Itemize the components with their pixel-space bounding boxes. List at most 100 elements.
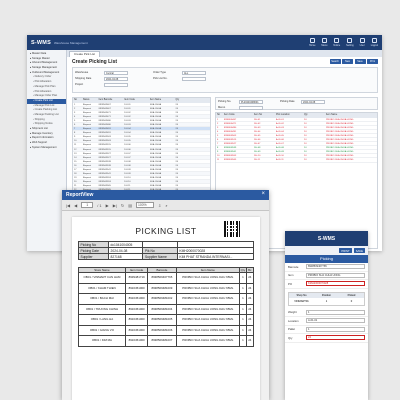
report-window: ReportView × |◀ ◀ 1 / 1 ▶ ▶| ↻ ▤ 100% ⇩ … bbox=[62, 190, 269, 400]
print-button[interactable]: PRINT bbox=[339, 247, 352, 254]
top-icon-notice[interactable]: Notice bbox=[333, 38, 340, 47]
table-cell: A-01-05 bbox=[276, 134, 284, 137]
app-logo: S-WMS bbox=[31, 39, 51, 46]
table-cell: OB01 / TRUONG CHINH bbox=[78, 303, 126, 315]
table-cell: SUA CHUA bbox=[149, 119, 162, 122]
table-cell: 2 bbox=[74, 107, 76, 110]
prev-page-icon[interactable]: ◀ bbox=[74, 203, 77, 208]
menu-icon bbox=[321, 38, 327, 44]
top-icon-home[interactable]: Home bbox=[309, 38, 315, 47]
search-icon[interactable]: ⌕ bbox=[165, 203, 167, 208]
table-cell: 12 bbox=[74, 148, 77, 151]
table-cell: 24 bbox=[304, 147, 307, 150]
table-cell: SUA CHUA bbox=[149, 169, 162, 171]
export-icon[interactable]: ⇩ bbox=[158, 203, 161, 208]
top-icon-user[interactable]: User bbox=[360, 38, 365, 47]
pick-info-label: Memo bbox=[218, 106, 226, 109]
print-button[interactable]: Print bbox=[367, 59, 378, 64]
mobile-field-input[interactable]: A-01-01 bbox=[306, 318, 365, 324]
top-icon-label: Home bbox=[309, 43, 316, 47]
next-page-icon[interactable]: ▶ bbox=[106, 203, 109, 208]
table-cell: 8938509467 bbox=[224, 118, 237, 121]
table-cell: A-01-03 bbox=[276, 126, 284, 129]
pick-info-input[interactable]: PL20240408001 bbox=[239, 99, 263, 104]
pick-info-label: Picking No. bbox=[218, 100, 232, 103]
table-cell: 24 bbox=[175, 164, 178, 167]
table-cell: Request bbox=[82, 160, 92, 163]
zoom-select[interactable]: 100% bbox=[136, 202, 154, 208]
save-button[interactable]: SAVE bbox=[353, 247, 365, 254]
table-cell: Request bbox=[82, 169, 92, 171]
table-cell: 8938509481009 bbox=[147, 282, 177, 294]
table-cell: PROBIO SUA CHUA UONG DAU 65ML bbox=[175, 303, 241, 315]
page-number-input[interactable]: 1 bbox=[81, 202, 94, 208]
qr-code bbox=[224, 221, 240, 237]
table-cell: 24 bbox=[304, 126, 307, 129]
table-cell: SUA CHUA bbox=[149, 148, 162, 151]
app-subtitle: Warehouse Management bbox=[53, 40, 88, 45]
table-cell: OB01 / VINMART CAN HAM bbox=[78, 272, 126, 284]
table-cell: 8938509527 bbox=[98, 156, 111, 159]
top-icon-menu[interactable]: Menu bbox=[321, 38, 327, 47]
table-row: OB01 / TRUONG CHINH 8916451000 89385094810… bbox=[78, 303, 255, 315]
save-button[interactable]: Save bbox=[354, 59, 366, 64]
table-row[interactable]: 11 8938509565 DU-11 A-01-11 24 PROBIO SUA CHU… bbox=[216, 158, 377, 163]
pick-info-input[interactable]: 2024-04-08 bbox=[301, 99, 325, 104]
mobile-field-row: Barcode 8938509467765 bbox=[285, 263, 368, 272]
table-cell: 8916451000 bbox=[124, 314, 149, 326]
table-cell: 8938509480 bbox=[98, 123, 111, 126]
last-page-icon[interactable]: ▶| bbox=[113, 203, 117, 208]
table-cell: 3 bbox=[217, 126, 219, 129]
filter-input[interactable]: ALL bbox=[182, 70, 206, 75]
mobile-field-input[interactable]: KMH2000070028 bbox=[306, 281, 365, 287]
table-cell: DU-06 bbox=[254, 138, 261, 141]
table-cell: 8938509491 bbox=[98, 132, 111, 135]
close-icon[interactable]: × bbox=[261, 191, 265, 197]
table-cell: 14 bbox=[74, 156, 77, 159]
first-page-icon[interactable]: |◀ bbox=[66, 203, 70, 208]
table-cell: 8938509491 bbox=[98, 128, 111, 131]
sidebar-item[interactable]: ▸ System Management bbox=[27, 146, 66, 151]
mobile-field-row: Qty 24 bbox=[285, 334, 368, 343]
mobile-field-input[interactable]: 1 bbox=[306, 326, 365, 332]
table-cell: DU-01 bbox=[254, 118, 261, 121]
top-icon-setting[interactable]: Setting bbox=[346, 38, 354, 47]
new-button[interactable]: New bbox=[342, 59, 353, 64]
table-cell: SUA CHUA bbox=[149, 160, 162, 163]
mobile-field-input[interactable]: 1 bbox=[306, 309, 365, 315]
table-cell: 24 bbox=[175, 128, 178, 131]
table-cell: 8 bbox=[217, 147, 219, 150]
filter-input[interactable] bbox=[104, 82, 128, 87]
table-cell: 8916451000 bbox=[124, 335, 149, 347]
filter-input[interactable]: 2024-04-08 bbox=[104, 76, 128, 81]
table-cell: 24 bbox=[304, 159, 307, 162]
table-cell: PROBIO SUA CHUA UONG bbox=[326, 130, 354, 133]
filter-label: Warehouse bbox=[75, 71, 89, 74]
mobile-grid-row[interactable]: VINMART01 1 0 bbox=[289, 298, 364, 305]
table-cell: SUA CHUA bbox=[149, 136, 162, 139]
table-cell: DU-04 bbox=[124, 132, 131, 135]
mobile-field-input[interactable]: PROBIO SUA CHUA UONG bbox=[306, 272, 365, 278]
filter-input[interactable]: Central bbox=[104, 70, 128, 75]
search-button[interactable]: Search bbox=[329, 59, 341, 64]
table-cell: 6 bbox=[217, 138, 219, 141]
print-icon[interactable]: ▤ bbox=[128, 203, 132, 208]
table-cell: 24 bbox=[245, 282, 255, 294]
table-cell: 15 bbox=[74, 160, 77, 163]
table-cell: 24 bbox=[304, 155, 307, 158]
table-cell: 8938509503 bbox=[224, 134, 237, 137]
top-icon-logout[interactable]: Logout bbox=[371, 38, 378, 47]
mobile-field-input[interactable]: 8938509467765 bbox=[306, 264, 365, 270]
table-cell: DU-03 bbox=[124, 123, 131, 126]
table-cell: PROBIO SUA CHUA UONG bbox=[326, 147, 354, 150]
info-row: Supplier 827168 Supplier Name KIM PHAT STRA… bbox=[77, 253, 255, 260]
table-cell: 10 bbox=[217, 155, 220, 158]
refresh-icon[interactable]: ↻ bbox=[121, 203, 124, 208]
page-total: / 1 bbox=[97, 202, 102, 208]
table-cell: 8938509541 bbox=[224, 151, 237, 154]
mobile-field-input[interactable]: 24 bbox=[306, 335, 365, 341]
table-cell: PROBIO SUA CHUA UONG DAU 65ML bbox=[175, 282, 241, 294]
pick-info-input[interactable] bbox=[239, 105, 263, 110]
table-cell: 8938509471 bbox=[224, 122, 237, 125]
filter-input[interactable] bbox=[182, 76, 206, 81]
